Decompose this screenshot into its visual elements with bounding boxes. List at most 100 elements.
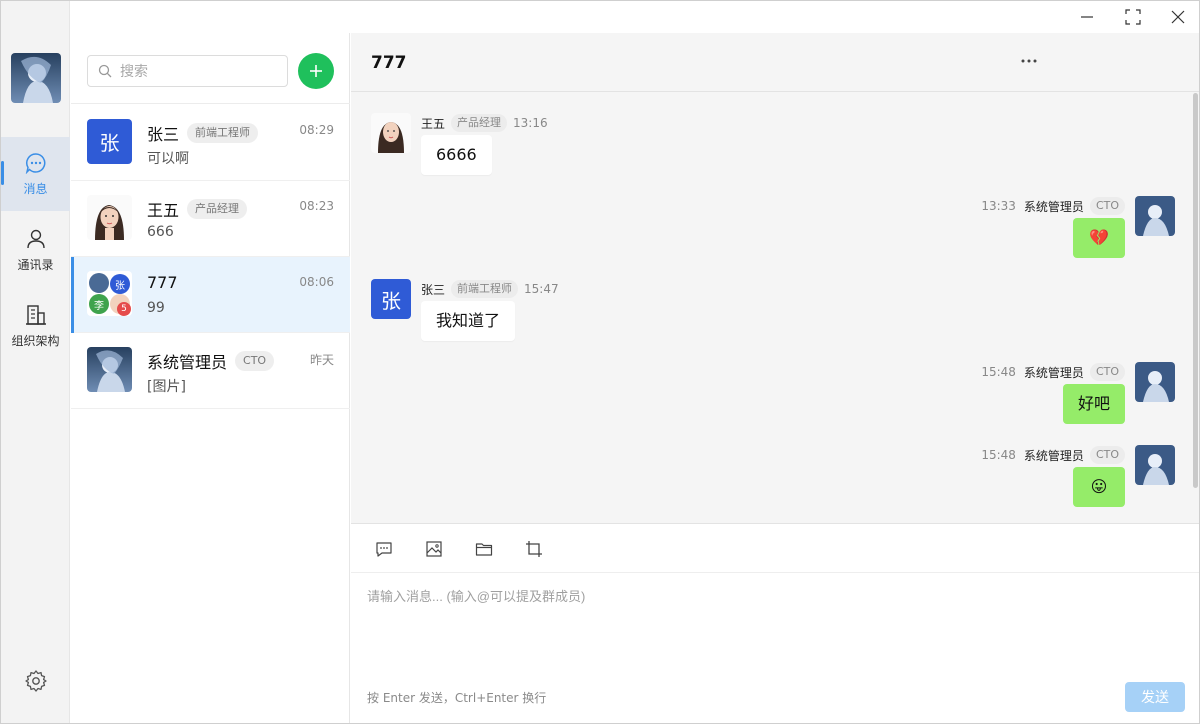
role-tag: CTO — [235, 351, 275, 371]
conversation-preview: 666 — [147, 224, 174, 240]
message-scrollbar[interactable] — [1193, 93, 1198, 488]
sender-role-tag: CTO — [1089, 446, 1125, 464]
message-input[interactable] — [367, 586, 1183, 676]
message-time: 15:47 — [524, 282, 559, 296]
search-input[interactable] — [120, 63, 270, 79]
rail-item-label: 组织架构 — [11, 333, 60, 348]
screenshot-tool-button[interactable] — [523, 538, 545, 560]
minimize-button[interactable] — [1067, 5, 1107, 29]
person-icon — [26, 229, 45, 248]
search-box[interactable] — [87, 55, 288, 87]
message-tool-button[interactable] — [373, 538, 395, 560]
message-meta: 13:33 系统管理员 CTO — [981, 197, 1125, 215]
compose-area: 按 Enter 发送，Ctrl+Enter 换行 发送 — [351, 523, 1199, 723]
folder-icon — [475, 543, 493, 556]
letter-avatar: 张 — [371, 279, 411, 319]
anime-portrait-image — [1135, 196, 1175, 236]
message-time: 15:48 — [981, 448, 1016, 462]
compose-toolbar — [351, 524, 1199, 573]
conversation-list: 张 张三 前端工程师 08:29 可以啊 — [71, 33, 350, 723]
building-icon — [25, 304, 46, 325]
conversation-time: 08:29 — [299, 123, 334, 137]
conversation-item[interactable]: 张 张三 前端工程师 08:29 可以啊 — [71, 105, 350, 181]
minimize-icon — [1081, 16, 1093, 18]
role-tag: 前端工程师 — [187, 123, 259, 143]
conversation-preview: 可以啊 — [147, 151, 189, 167]
rail-item-label: 消息 — [23, 181, 48, 196]
rail-item-organization[interactable]: 组织架构 — [1, 289, 70, 363]
letter-avatar: 张 — [87, 119, 132, 164]
anime-portrait-image — [1135, 362, 1175, 402]
message-bubble[interactable]: 💔 — [1073, 218, 1125, 258]
sender-role-tag: CTO — [1089, 197, 1125, 215]
chat-header: 777 — [351, 33, 1199, 92]
avatar — [1135, 445, 1175, 485]
sender-role-tag: 前端工程师 — [451, 280, 519, 298]
avatar — [371, 113, 411, 153]
message-bubble[interactable]: 😛 — [1073, 467, 1125, 507]
file-tool-button[interactable] — [473, 538, 495, 560]
message-meta: 张三 前端工程师 15:47 — [421, 280, 559, 298]
add-button[interactable] — [298, 53, 334, 89]
conversation-item[interactable]: 王五 产品经理 08:23 666 — [71, 181, 350, 257]
group-avatar: 张 李 5 — [87, 271, 132, 316]
avatar — [1135, 362, 1175, 402]
conversation-name-row: 张三 前端工程师 — [147, 121, 259, 145]
rail-item-messages[interactable]: 消息 — [1, 137, 70, 211]
message-time: 15:48 — [981, 365, 1016, 379]
group-avatar-grid: 张 李 5 — [87, 271, 132, 316]
close-icon — [1171, 10, 1185, 24]
conversation-item[interactable]: 系统管理员 CTO 昨天 [图片] — [71, 333, 350, 409]
send-button[interactable]: 发送 — [1125, 682, 1185, 712]
role-tag: 产品经理 — [187, 199, 248, 219]
my-avatar[interactable] — [11, 53, 61, 103]
message-icon — [376, 542, 392, 557]
settings-button[interactable] — [23, 668, 49, 694]
avatar — [87, 347, 132, 392]
conversation-name: 张三 — [147, 125, 180, 144]
close-button[interactable] — [1158, 5, 1198, 29]
member-avatar-letter: 李 — [89, 294, 109, 314]
anime-portrait-image — [87, 347, 132, 392]
member-avatar — [89, 273, 109, 293]
message-time: 13:33 — [981, 199, 1016, 213]
message-bubble[interactable]: 我知道了 — [421, 301, 516, 341]
sender-role-tag: 产品经理 — [451, 114, 508, 132]
rail-item-contacts[interactable]: 通讯录 — [1, 213, 70, 287]
message-item: 15:48 系统管理员 CTO 😛 — [771, 445, 1175, 509]
message-meta: 王五 产品经理 13:16 — [421, 114, 548, 132]
message-item: 15:48 系统管理员 CTO 好吧 — [771, 362, 1175, 426]
avatar — [1135, 196, 1175, 236]
rail-item-label: 通讯录 — [17, 257, 54, 272]
conversation-item[interactable]: 张 李 5 777 08:06 99 — [71, 257, 350, 333]
conversation-name: 777 — [147, 273, 178, 292]
message-item: 13:33 系统管理员 CTO 💔 — [771, 196, 1175, 260]
conversation-time: 08:23 — [299, 199, 334, 213]
more-options-button[interactable] — [1019, 51, 1039, 71]
avatar: 张 — [371, 279, 411, 319]
sender-name: 张三 — [421, 282, 446, 297]
message-time: 13:16 — [513, 116, 548, 130]
maximize-button[interactable] — [1113, 5, 1153, 29]
chat-panel: 777 王五 产品经理 13:16 6666 13:33 系统管理员 CTO 💔… — [351, 33, 1199, 723]
message-bubble[interactable]: 好吧 — [1062, 384, 1125, 424]
sender-name: 系统管理员 — [1023, 199, 1084, 214]
message-meta: 15:48 系统管理员 CTO — [981, 363, 1125, 381]
message-meta: 15:48 系统管理员 CTO — [981, 446, 1125, 464]
message-bubble[interactable]: 6666 — [421, 135, 492, 175]
anime-portrait-image — [11, 53, 61, 103]
sender-name: 王五 — [421, 116, 446, 131]
image-tool-button[interactable] — [423, 538, 445, 560]
conversation-time: 昨天 — [309, 353, 334, 367]
message-list: 王五 产品经理 13:16 6666 13:33 系统管理员 CTO 💔 张 张… — [351, 93, 1199, 523]
woman-portrait-image — [87, 195, 132, 240]
anime-portrait-image — [1135, 445, 1175, 485]
woman-portrait-image — [371, 113, 411, 153]
ellipsis-icon — [1021, 59, 1037, 63]
gear-icon — [25, 670, 47, 692]
search-icon — [98, 64, 112, 78]
message-item: 张 张三 前端工程师 15:47 我知道了 — [371, 279, 771, 343]
avatar: 张 — [87, 119, 132, 164]
conversation-preview: 99 — [147, 300, 165, 316]
crop-icon — [526, 541, 542, 557]
